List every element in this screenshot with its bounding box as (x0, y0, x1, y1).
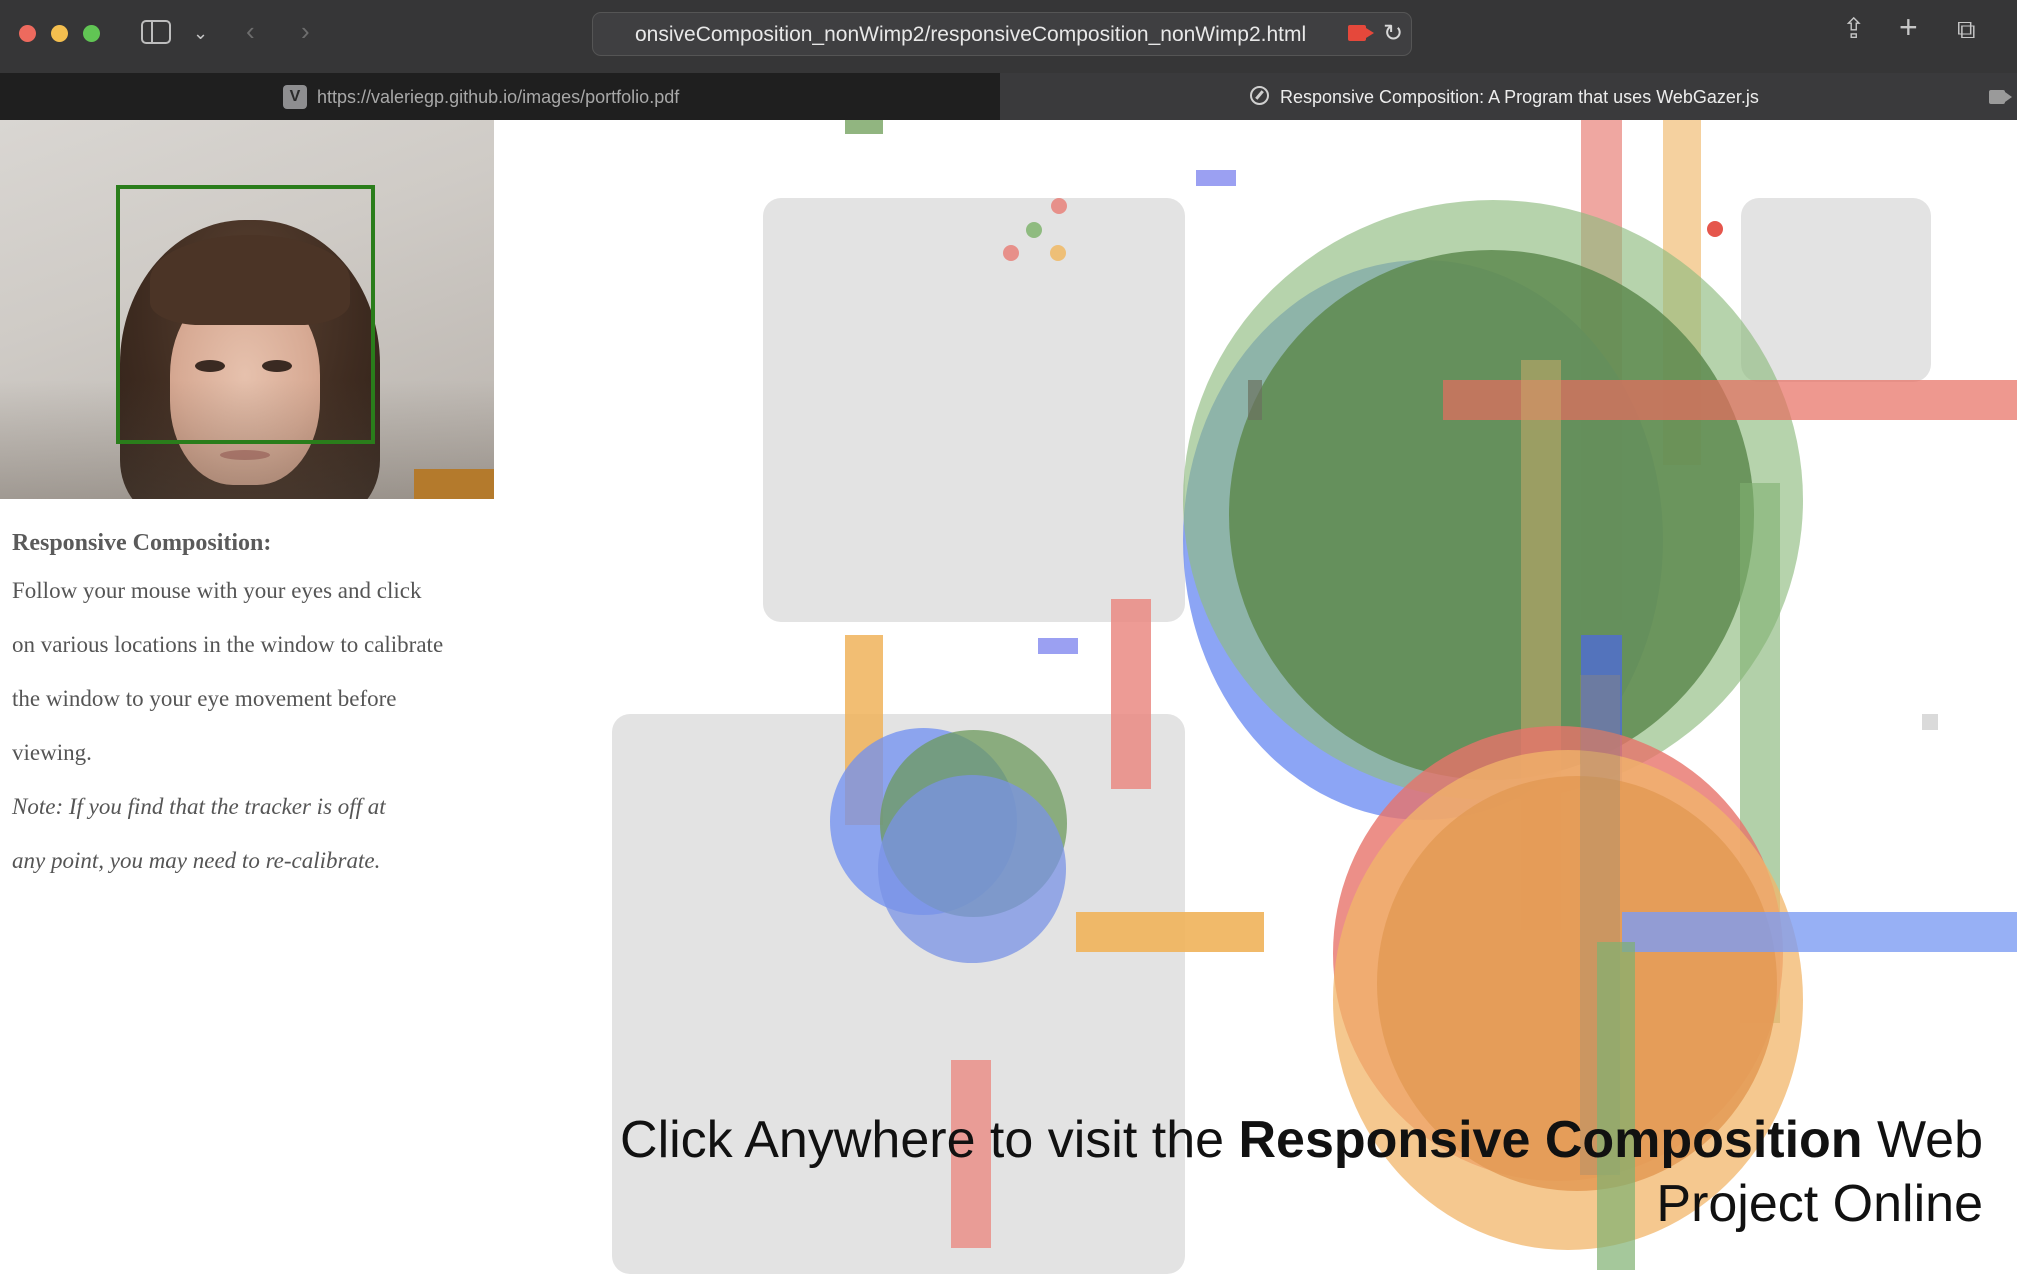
cta-project-name: Responsive Composition (1238, 1111, 1863, 1169)
red-dot (1707, 221, 1723, 237)
green-bar (845, 120, 883, 134)
blue-circle (878, 775, 1066, 963)
tab-bar: V https://valeriegp.github.io/images/por… (0, 73, 2017, 120)
orange-dot (1050, 245, 1066, 261)
reload-icon[interactable]: ↻ (1383, 19, 1403, 48)
face-tracking-box (116, 185, 375, 444)
browser-toolbar: ⌄ ‹ › onsiveComposition_nonWimp2/respons… (0, 0, 2017, 73)
chevron-down-icon[interactable]: ⌄ (193, 20, 208, 46)
tab-portfolio[interactable]: V https://valeriegp.github.io/images/por… (0, 73, 1000, 120)
green-circle (1229, 250, 1754, 780)
cta-prefix: Click Anywhere to visit the (620, 1111, 1239, 1169)
address-bar[interactable]: onsiveComposition_nonWimp2/responsiveCom… (592, 12, 1412, 56)
camera-icon (1989, 90, 2012, 104)
visit-project-link[interactable]: Click Anywhere to visit the Responsive C… (483, 1108, 1983, 1236)
v-favicon-icon: V (283, 85, 307, 109)
back-button[interactable]: ‹ (246, 18, 255, 44)
blue-bar (1038, 638, 1078, 654)
tab-label: Responsive Composition: A Program that u… (1280, 87, 1759, 107)
red-bar (1111, 599, 1151, 789)
new-tab-icon[interactable]: + (1899, 11, 1918, 43)
dark-bar (1248, 380, 1262, 420)
tab-responsive-composition[interactable]: Responsive Composition: A Program that u… (1000, 73, 2017, 120)
instructions: Responsive Composition: Follow your mous… (12, 522, 492, 888)
orange-bar (1076, 912, 1264, 952)
green-dot (1026, 222, 1042, 238)
red-dot (1003, 245, 1019, 261)
instructions-line: on various locations in the window to ca… (12, 632, 444, 657)
close-window-button[interactable] (19, 25, 36, 42)
sidebar-toggle-icon[interactable] (141, 20, 171, 44)
instructions-line: Follow your mouse with your eyes and cli… (12, 578, 422, 603)
gray-panel (763, 198, 1185, 622)
camera-in-use-icon[interactable] (1348, 25, 1374, 41)
note-line: Note: If you find that the tracker is of… (12, 794, 386, 819)
cta-line2: Project Online (1656, 1175, 1983, 1233)
tab-label: https://valeriegp.github.io/images/portf… (317, 87, 680, 107)
instructions-line: the window to your eye movement before (12, 686, 397, 711)
instructions-title: Responsive Composition: (12, 530, 272, 556)
cta-suffix: Web (1862, 1111, 1983, 1169)
webcam-background-object (414, 469, 494, 499)
gray-square (1922, 714, 1938, 730)
zoom-window-button[interactable] (83, 25, 100, 42)
blue-bar (1196, 170, 1236, 186)
share-icon[interactable]: ⇪ (1842, 15, 1865, 43)
gray-panel (1741, 198, 1931, 382)
note-line: any point, you may need to re-calibrate. (12, 848, 381, 873)
address-url: onsiveComposition_nonWimp2/responsiveCom… (635, 23, 1307, 46)
red-dot (1051, 198, 1067, 214)
webcam-video (0, 120, 494, 499)
instructions-line: viewing. (12, 740, 92, 765)
minimize-window-button[interactable] (51, 25, 68, 42)
compass-icon (1250, 86, 1269, 105)
forward-button[interactable]: › (301, 18, 310, 44)
blue-bar (1622, 912, 2017, 952)
tab-overview-icon[interactable]: ⧉ (1957, 16, 1976, 42)
